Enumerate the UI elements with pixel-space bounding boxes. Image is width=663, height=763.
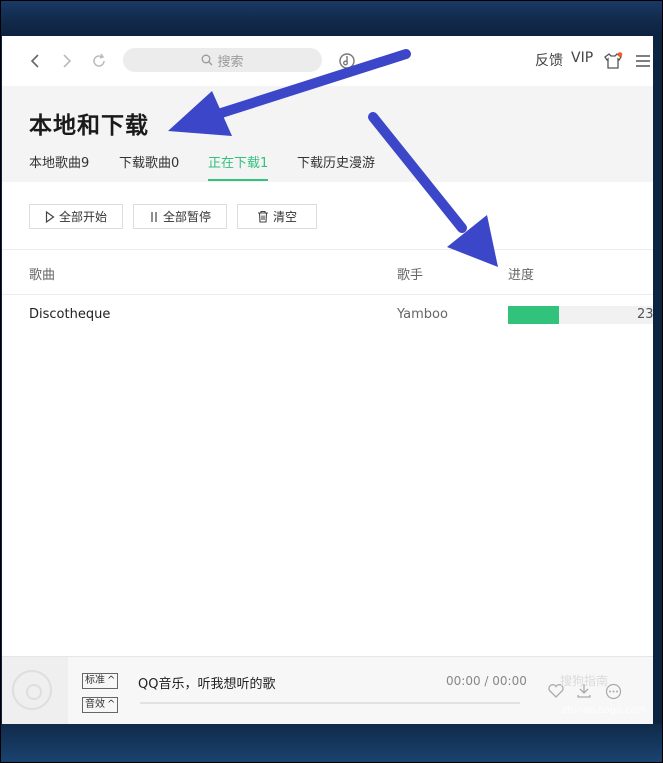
skin-icon[interactable] xyxy=(602,50,624,72)
pause-all-button[interactable]: 全部暂停 xyxy=(133,204,227,229)
forward-icon[interactable] xyxy=(56,50,78,72)
now-playing-title: QQ音乐，听我想听的歌 xyxy=(138,677,276,692)
song-name[interactable]: Discotheque xyxy=(29,307,110,322)
download-progress-fill xyxy=(508,306,559,324)
pause-icon xyxy=(149,211,159,223)
column-header-song[interactable]: 歌曲 xyxy=(29,264,55,283)
tab-downloaded-songs[interactable]: 下载歌曲0 xyxy=(119,152,179,179)
quality-label: 标准 xyxy=(85,675,105,686)
download-progress-bar xyxy=(508,306,653,324)
clear-button[interactable]: 清空 xyxy=(237,204,317,229)
column-header-progress[interactable]: 进度 xyxy=(508,264,534,283)
search-input[interactable]: 搜索 xyxy=(123,48,322,72)
sound-effect-selector[interactable]: 音效 ^ xyxy=(82,697,119,713)
search-icon xyxy=(202,54,213,66)
start-all-label: 全部开始 xyxy=(58,210,107,224)
effect-label: 音效 xyxy=(85,699,105,710)
divider xyxy=(2,249,653,250)
qq-music-window: 搜索 反馈 VIP 本地和下载 本地歌曲9 下载歌曲0 正在下载1 下载历史漫游… xyxy=(2,36,653,724)
play-icon xyxy=(45,210,55,223)
feedback-link[interactable]: 反馈 xyxy=(535,50,563,70)
refresh-icon[interactable] xyxy=(88,50,110,72)
start-all-button[interactable]: 全部开始 xyxy=(29,204,123,229)
play-time: 00:00 / 00:00 xyxy=(446,674,527,688)
page-header: 本地和下载 本地歌曲9 下载歌曲0 正在下载1 下载历史漫游 xyxy=(2,86,653,182)
chevron-up-icon: ^ xyxy=(107,699,116,710)
top-bar: 搜索 反馈 VIP xyxy=(2,36,653,86)
seek-bar[interactable] xyxy=(140,702,520,704)
header-divider xyxy=(2,294,653,295)
column-header-artist[interactable]: 歌手 xyxy=(397,264,423,283)
vip-link[interactable]: VIP xyxy=(571,50,593,66)
page-title: 本地和下载 xyxy=(29,113,149,139)
back-icon[interactable] xyxy=(24,50,46,72)
clear-label: 清空 xyxy=(272,210,297,224)
music-recognition-icon[interactable] xyxy=(336,50,358,72)
desktop-background-bottom xyxy=(0,724,663,763)
album-cover[interactable] xyxy=(2,657,68,724)
desktop-background-top xyxy=(0,0,663,36)
tab-download-history[interactable]: 下载历史漫游 xyxy=(297,152,375,179)
tab-downloading[interactable]: 正在下载1 xyxy=(208,152,269,181)
quality-selector[interactable]: 标准 ^ xyxy=(82,673,119,689)
search-placeholder: 搜索 xyxy=(217,54,244,70)
player-bar: 标准 ^ 音效 ^ QQ音乐，听我想听的歌 00:00 / 00:00 xyxy=(2,656,653,724)
pause-all-label: 全部暂停 xyxy=(162,210,211,224)
disc-icon xyxy=(12,670,52,710)
watermark-logo: 搜狗指南 xyxy=(560,674,609,688)
download-progress-text: 23 xyxy=(637,307,653,322)
chevron-up-icon: ^ xyxy=(107,675,116,686)
trash-icon xyxy=(257,210,269,223)
watermark-url: zhinan.sogo.com xyxy=(562,705,647,716)
tab-local-songs[interactable]: 本地歌曲9 xyxy=(29,152,89,179)
menu-icon[interactable] xyxy=(632,50,653,72)
artist-name[interactable]: Yamboo xyxy=(397,307,448,322)
